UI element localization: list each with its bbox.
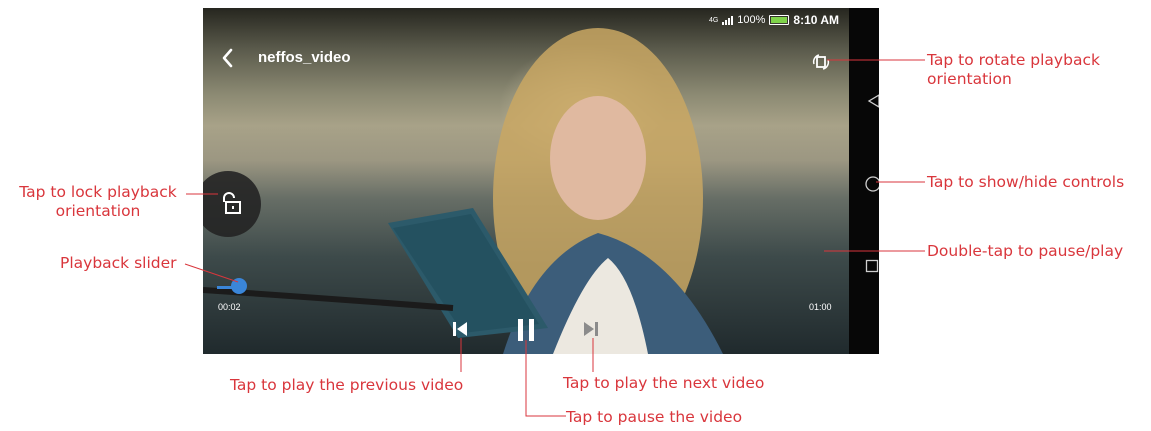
nav-back-icon [867, 94, 879, 108]
nav-recent-icon [865, 259, 879, 273]
annotation-lock-line1: Tap to lock playback [19, 183, 177, 201]
rotate-orientation-icon [812, 54, 830, 70]
current-time: 00:02 [218, 302, 241, 312]
playback-slider-thumb[interactable] [231, 278, 247, 294]
status-time: 8:10 AM [793, 13, 839, 27]
next-video-button[interactable] [582, 320, 600, 343]
duration: 01:00 [809, 302, 832, 312]
annotation-show-hide: Tap to show/hide controls [927, 173, 1125, 191]
signal-bars-icon [722, 15, 734, 25]
annotation-next: Tap to play the next video [563, 374, 765, 392]
back-arrow-icon [222, 48, 233, 68]
skip-next-icon [584, 322, 598, 336]
annotation-slider: Playback slider [60, 254, 177, 272]
annotation-rotate-line2: orientation [927, 70, 1012, 88]
battery-percent: 100% [737, 14, 766, 26]
annotation-lock: Tap to lock playback orientation [10, 183, 186, 221]
status-bar: 4G 100% 8:10 AM [709, 13, 839, 27]
nav-back-button[interactable] [867, 93, 879, 114]
unlocked-padlock-icon [223, 192, 241, 214]
annotation-double-tap: Double-tap to pause/play [927, 242, 1124, 260]
annotation-rotate: Tap to rotate playback orientation [927, 51, 1100, 89]
annotation-previous: Tap to play the previous video [230, 376, 464, 394]
video-title: neffos_video [258, 49, 351, 66]
pause-icon [518, 319, 534, 341]
phone-screen: 4G 100% 8:10 AM neffos_video 00:02 01:00 [203, 8, 879, 354]
nav-recent-button[interactable] [865, 259, 879, 278]
nav-home-icon [865, 176, 879, 192]
battery-icon [769, 15, 790, 25]
pause-button[interactable] [515, 318, 537, 347]
annotation-lock-line2: orientation [55, 202, 141, 220]
back-button[interactable] [221, 46, 235, 75]
previous-video-button[interactable] [451, 320, 469, 343]
annotation-pause: Tap to pause the video [566, 408, 743, 426]
rotate-orientation-button[interactable] [811, 52, 831, 77]
nav-home-button[interactable] [864, 175, 879, 198]
skip-previous-icon [453, 322, 467, 336]
annotation-rotate-line1: Tap to rotate playback [927, 51, 1100, 69]
signal-indicator: 4G [708, 16, 719, 24]
